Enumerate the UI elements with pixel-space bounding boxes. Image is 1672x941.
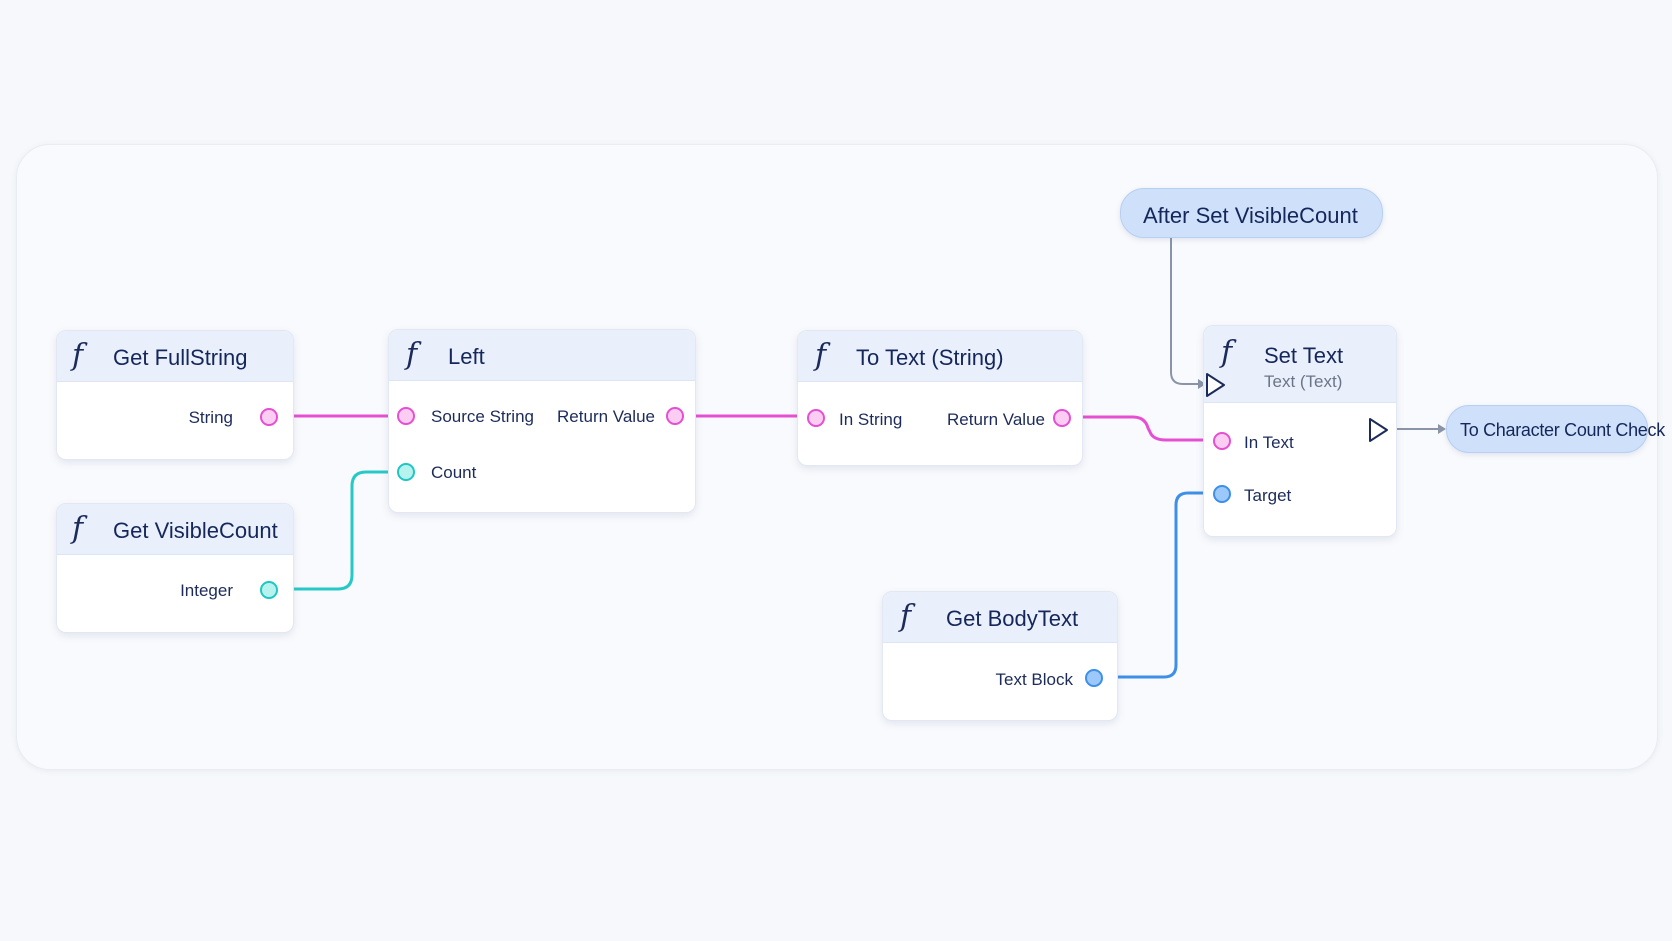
node-title: Get BodyText	[946, 606, 1079, 631]
event-next-label: To Character Count Check	[1460, 420, 1665, 440]
output-pin-return-value[interactable]	[1053, 409, 1071, 427]
event-to-character-count-check[interactable]: To Character Count Check	[1446, 405, 1665, 453]
exec-input-pin[interactable]	[1204, 372, 1228, 398]
node-header: f Left	[389, 330, 695, 381]
input-pin-in-string[interactable]	[807, 409, 825, 427]
pin-label-string: String	[188, 408, 233, 427]
node-title: Get FullString	[113, 345, 248, 370]
node-set-text[interactable]: f Set Text Text (Text) In Text Target	[1203, 325, 1397, 537]
function-icon: f	[815, 338, 827, 373]
node-header: f To Text (String)	[798, 331, 1082, 382]
pin-label-in-string: In String	[839, 410, 903, 429]
function-icon: f	[900, 599, 912, 634]
exec-output-pin[interactable]	[1367, 417, 1391, 443]
output-pin-text-block[interactable]	[1085, 669, 1103, 687]
output-pin-string[interactable]	[260, 408, 278, 426]
node-get-bodytext[interactable]: f Get BodyText Text Block	[882, 591, 1118, 721]
node-get-visiblecount[interactable]: f Get VisibleCount Integer	[56, 503, 294, 633]
node-header: f Set Text Text (Text)	[1204, 326, 1396, 403]
pin-label-count: Count	[431, 463, 477, 482]
pin-label-return-value: Return Value	[557, 407, 655, 426]
pin-label-target: Target	[1244, 486, 1292, 505]
pin-label-return-value: Return Value	[947, 410, 1045, 429]
event-after-set-visiblecount[interactable]: After Set VisibleCount	[1120, 188, 1383, 238]
input-pin-in-text[interactable]	[1213, 432, 1231, 450]
output-pin-return-value[interactable]	[666, 407, 684, 425]
function-icon: f	[406, 337, 418, 372]
node-header: f Get BodyText	[883, 592, 1117, 643]
function-icon: f	[1221, 335, 1233, 370]
node-title: Get VisibleCount	[113, 518, 278, 543]
node-title: Left	[448, 344, 485, 369]
input-pin-source-string[interactable]	[397, 407, 415, 425]
pin-label-source-string: Source String	[431, 407, 534, 426]
output-pin-integer[interactable]	[260, 581, 278, 599]
function-icon: f	[72, 511, 84, 546]
function-icon: f	[72, 338, 84, 373]
event-after-label: After Set VisibleCount	[1143, 203, 1358, 228]
pin-label-text-block: Text Block	[995, 670, 1073, 689]
node-header: f Get VisibleCount	[57, 504, 293, 555]
node-left[interactable]: f Left Source String Return Value Count	[388, 329, 696, 513]
input-pin-count[interactable]	[397, 463, 415, 481]
node-title: Set Text	[1264, 343, 1344, 368]
node-to-text-string[interactable]: f To Text (String) In String Return Valu…	[797, 330, 1083, 466]
node-header: f Get FullString	[57, 331, 293, 382]
node-subtitle: Text (Text)	[1264, 372, 1343, 391]
input-pin-target[interactable]	[1213, 485, 1231, 503]
pin-label-in-text: In Text	[1244, 433, 1294, 452]
node-title: To Text (String)	[856, 345, 1004, 370]
node-get-fullstring[interactable]: f Get FullString String	[56, 330, 294, 460]
pin-label-integer: Integer	[180, 581, 233, 600]
